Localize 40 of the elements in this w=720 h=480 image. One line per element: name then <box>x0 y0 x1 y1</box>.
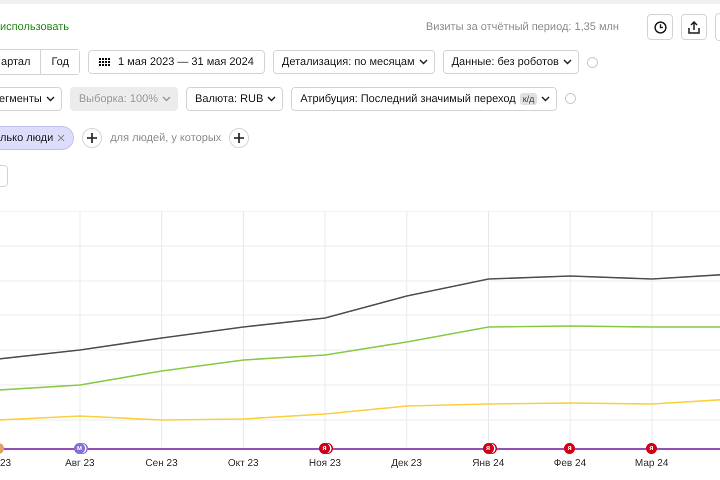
filter-dropdown[interactable]: Детализация: по месяцам <box>272 50 435 74</box>
x-axis-label: 23 <box>0 458 12 468</box>
x-axis-label: Окт 23 <box>226 458 260 468</box>
x-axis-label: Авг 23 <box>64 458 96 468</box>
export-button[interactable] <box>681 14 707 40</box>
caret-icon <box>162 96 172 102</box>
help-icon[interactable] <box>565 93 576 104</box>
caret-icon <box>418 59 428 65</box>
add-button[interactable] <box>229 128 250 148</box>
caret-icon <box>46 96 55 102</box>
use-link[interactable]: использовать <box>0 21 70 33</box>
date-range-button[interactable]: 1 мая 2023 — 31 мая 2024 <box>88 50 265 74</box>
chip-label: лько люди <box>0 132 54 144</box>
clock-icon <box>654 20 666 34</box>
partial-control[interactable] <box>0 165 8 187</box>
history-button[interactable] <box>647 14 673 40</box>
filter-dropdown[interactable]: Данные: без роботов <box>442 50 579 74</box>
caret-icon <box>562 59 572 65</box>
x-axis-label: Мар 24 <box>634 458 670 468</box>
filter-dropdown[interactable]: Валюта: RUB <box>186 86 284 110</box>
filter-dropdown[interactable]: Атрибуция: Последний значимый переход к/д <box>291 86 558 110</box>
add-button[interactable] <box>82 128 102 148</box>
calendar-grid-icon <box>98 58 110 66</box>
help-icon[interactable] <box>586 56 598 68</box>
share-icon <box>688 20 700 34</box>
visits-summary: Визиты за отчётный период: 1,35 млн <box>426 21 619 33</box>
caret-icon <box>541 96 550 102</box>
x-axis-label: Дек 23 <box>390 458 423 468</box>
segment-chip[interactable]: лько люди <box>0 126 74 150</box>
x-axis-label: Фев 24 <box>552 458 588 468</box>
period-tab[interactable]: Год <box>40 50 79 74</box>
plus-icon <box>234 133 244 143</box>
close-icon[interactable] <box>57 134 66 142</box>
x-axis-label: Янв 24 <box>471 458 506 468</box>
caret-icon <box>267 96 276 102</box>
plus-icon <box>87 133 98 143</box>
x-axis-label: Ноя 23 <box>308 458 342 468</box>
people-condition-text: для людей, у которых <box>110 132 222 144</box>
x-axis-label: Сен 23 <box>144 458 179 468</box>
tag-label: к/д <box>520 92 538 104</box>
